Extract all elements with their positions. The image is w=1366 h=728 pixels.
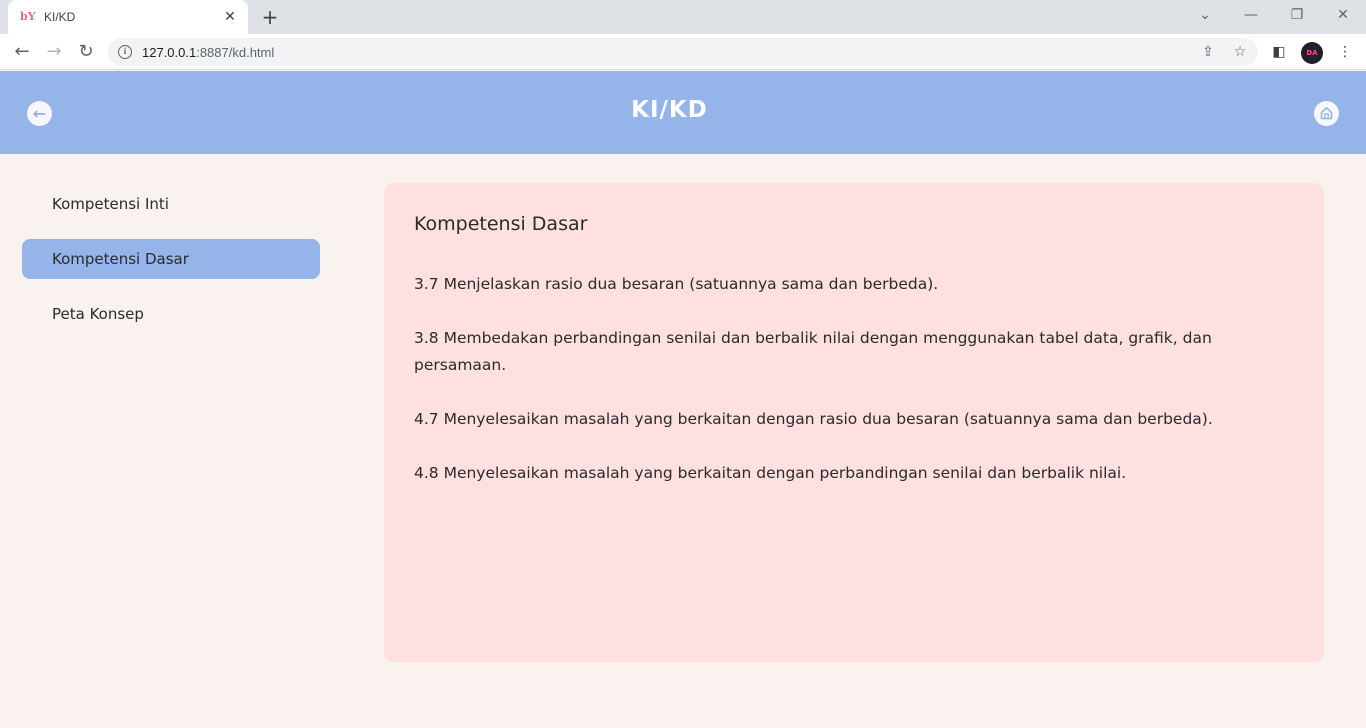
app-header: ← KI/KD	[0, 71, 1366, 154]
address-bar[interactable]: i 127.0.0.1:8887/kd.html ⇪ ☆	[108, 38, 1258, 66]
close-window-button[interactable]: ✕	[1320, 0, 1366, 30]
section-title: Kompetensi Dasar	[414, 213, 588, 235]
browser-toolbar: ← → ↻ i 127.0.0.1:8887/kd.html ⇪ ☆ ◧ ⋮	[0, 34, 1366, 70]
bookmark-star-icon[interactable]: ☆	[1228, 38, 1252, 66]
url-text: 127.0.0.1:8887/kd.html	[142, 45, 274, 60]
back-arrow-icon[interactable]: ←	[8, 38, 36, 66]
home-icon	[1320, 107, 1333, 120]
forward-arrow-icon[interactable]: →	[40, 38, 68, 66]
sidebar-item-peta-konsep[interactable]: Peta Konsep	[22, 294, 320, 334]
list-item: 3.8 Membedakan perbandingan senilai dan …	[414, 329, 1212, 374]
share-icon[interactable]: ⇪	[1196, 38, 1220, 66]
list-item: 4.8 Menyelesaikan masalah yang berkaitan…	[414, 464, 1127, 482]
tab-close-icon[interactable]: ✕	[222, 9, 238, 25]
kd-list: 3.7 Menjelaskan rasio dua besaran (satua…	[414, 271, 1294, 487]
menu-icon[interactable]: ⋮	[1333, 40, 1357, 64]
sidebar: Kompetensi Inti Kompetensi Dasar Peta Ko…	[22, 184, 320, 349]
list-item: 4.7 Menyelesaikan masalah yang berkaitan…	[414, 410, 1213, 428]
profile-avatar[interactable]: DA	[1301, 42, 1323, 64]
browser-tab[interactable]: bY KI/KD ✕	[8, 0, 248, 34]
minimize-button[interactable]: —	[1228, 0, 1274, 30]
side-panel-icon[interactable]: ◧	[1267, 40, 1291, 64]
restore-button[interactable]: ❐	[1274, 0, 1320, 30]
tab-title: KI/KD	[44, 10, 76, 24]
new-tab-button[interactable]: +	[258, 6, 282, 28]
content-card: Kompetensi Dasar 3.7 Menjelaskan rasio d…	[384, 183, 1324, 662]
browser-tabstrip: bY KI/KD ✕ + ⌄ — ❐ ✕	[0, 0, 1366, 34]
sidebar-item-kompetensi-dasar[interactable]: Kompetensi Dasar	[22, 239, 320, 279]
sidebar-item-kompetensi-inti[interactable]: Kompetensi Inti	[22, 184, 320, 224]
site-info-icon[interactable]: i	[118, 45, 132, 59]
reload-icon[interactable]: ↻	[72, 38, 100, 66]
favicon-icon: bY	[20, 10, 36, 23]
url-host: 127.0.0.1	[142, 44, 197, 60]
home-button[interactable]	[1314, 101, 1339, 126]
list-item: 3.7 Menjelaskan rasio dua besaran (satua…	[414, 275, 939, 293]
page-title: KI/KD	[631, 97, 708, 123]
url-path: :8887/kd.html	[196, 44, 275, 60]
tab-search-icon[interactable]: ⌄	[1182, 0, 1228, 30]
